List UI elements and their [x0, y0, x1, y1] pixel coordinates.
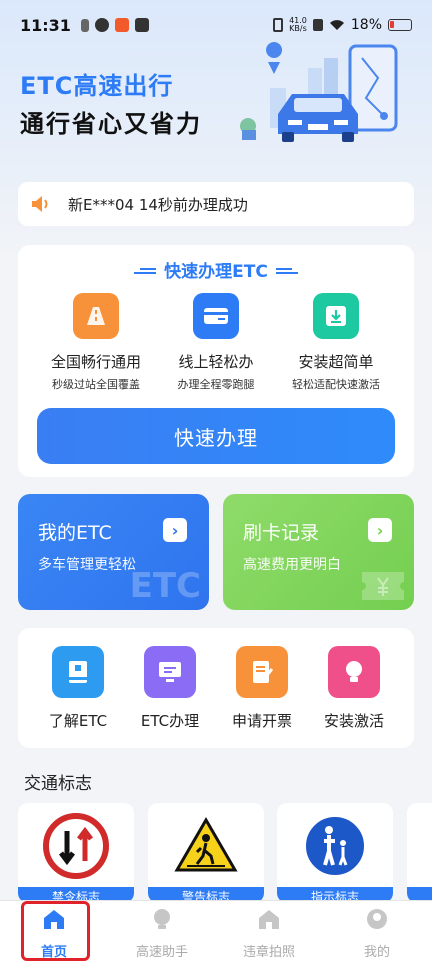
- quick-apply-button[interactable]: 快速办理: [37, 408, 395, 464]
- home-tab-highlight-box: [21, 901, 90, 961]
- monitor-icon: [144, 646, 196, 698]
- etc-watermark: ETC: [129, 566, 201, 606]
- taobao-notification-icon: [114, 18, 129, 32]
- hero-car-illustration: [240, 42, 398, 142]
- service-learn-etc[interactable]: 了解ETC: [33, 646, 123, 731]
- service-activate[interactable]: 安装激活: [309, 646, 399, 731]
- my-etc-desc: 多车管理更轻松: [38, 557, 136, 573]
- services-grid: 了解ETC ETC办理 申请开票 安装激活: [18, 628, 414, 748]
- pedestrian-warning-sign-icon: [174, 817, 238, 872]
- app-notification-icon: [94, 18, 109, 32]
- traffic-signs-title: 交通标志: [24, 774, 92, 794]
- chevron-right-icon: ›: [368, 518, 392, 542]
- sign-card-instruction[interactable]: 指示标志: [277, 803, 393, 903]
- tab-assistant[interactable]: 高速助手: [122, 907, 202, 960]
- bulb-icon: [328, 646, 380, 698]
- message-notification-icon: [134, 18, 149, 32]
- sign-card-warning[interactable]: 警告标志: [148, 803, 264, 903]
- tab-label: 我的: [363, 945, 390, 960]
- service-label: ETC办理: [140, 712, 200, 730]
- walk-zone-sign-icon: [304, 815, 366, 877]
- title-decoration-right: [275, 268, 298, 274]
- tab-violation-camera[interactable]: 违章拍照: [229, 907, 309, 960]
- battery-percent: 18%: [350, 17, 382, 33]
- book-icon: [52, 646, 104, 698]
- speaker-icon: [32, 196, 48, 212]
- net-speed: 41.0 KB/s: [289, 16, 307, 33]
- camera-icon: [259, 910, 279, 929]
- vibrate-icon: [273, 18, 284, 32]
- my-etc-card[interactable]: 我的ETC 多车管理更轻松 › ETC: [18, 494, 209, 610]
- quick-apply-card: 快速办理ETC 全国畅行通用 秒级过站全国覆盖 线上轻松办 办理全程零跑腿 安装…: [18, 245, 414, 477]
- feature-desc: 秒级过站全国覆盖: [52, 378, 140, 391]
- sign-card-prohibition[interactable]: 禁令标志: [18, 803, 134, 903]
- card-icon: [193, 293, 239, 339]
- status-time: 11:31: [20, 15, 71, 35]
- feature-desc: 办理全程零跑腿: [177, 378, 255, 391]
- feature-install: 安装超简单 轻松适配快速激活: [276, 293, 396, 392]
- service-label: 申请开票: [231, 712, 292, 730]
- feature-title: 安装超简单: [298, 353, 374, 371]
- feature-title: 线上轻松办: [178, 353, 254, 371]
- profile-icon: [367, 909, 387, 929]
- service-label: 了解ETC: [48, 712, 108, 730]
- records-desc: 高速费用更明白: [243, 557, 341, 573]
- road-icon: [73, 293, 119, 339]
- service-label: 安装激活: [323, 712, 384, 730]
- service-etc-apply[interactable]: ETC办理: [125, 646, 215, 731]
- my-etc-title: 我的ETC: [38, 522, 112, 544]
- feature-online: 线上轻松办 办理全程零跑腿: [156, 293, 276, 392]
- tab-label: 违章拍照: [242, 945, 295, 960]
- notice-bar[interactable]: 新E***04 14秒前办理成功: [18, 182, 414, 226]
- wifi-icon: [329, 20, 344, 30]
- title-decoration-left: [134, 268, 157, 274]
- feature-desc: 轻松适配快速激活: [292, 378, 380, 391]
- feature-title: 全国畅行通用: [50, 353, 141, 371]
- sim-icon: [80, 18, 89, 32]
- records-title: 刷卡记录: [243, 522, 320, 544]
- chevron-right-icon: ›: [163, 518, 187, 542]
- install-icon: [313, 293, 359, 339]
- card-records-card[interactable]: 刷卡记录 高速费用更明白 ›: [223, 494, 414, 610]
- no-overtaking-sign-icon: [43, 813, 109, 879]
- tab-profile[interactable]: 我的: [337, 907, 417, 960]
- notice-text: 新E***04 14秒前办理成功: [68, 195, 248, 214]
- tab-label: 高速助手: [135, 945, 188, 960]
- invoice-icon: [236, 646, 288, 698]
- sign-card-partial[interactable]: [407, 803, 432, 903]
- assistant-icon: [154, 909, 170, 929]
- hero-subtitle: 通行省心又省力: [20, 110, 202, 138]
- quick-apply-title: 快速办理ETC: [18, 257, 414, 282]
- feature-nationwide: 全国畅行通用 秒级过站全国覆盖: [36, 293, 156, 392]
- hero-title: ETC高速出行: [20, 72, 174, 100]
- signal-icon: [312, 19, 323, 31]
- service-invoice[interactable]: 申请开票: [217, 646, 307, 731]
- battery-icon: [388, 19, 412, 31]
- ticket-watermark-icon: [362, 572, 404, 600]
